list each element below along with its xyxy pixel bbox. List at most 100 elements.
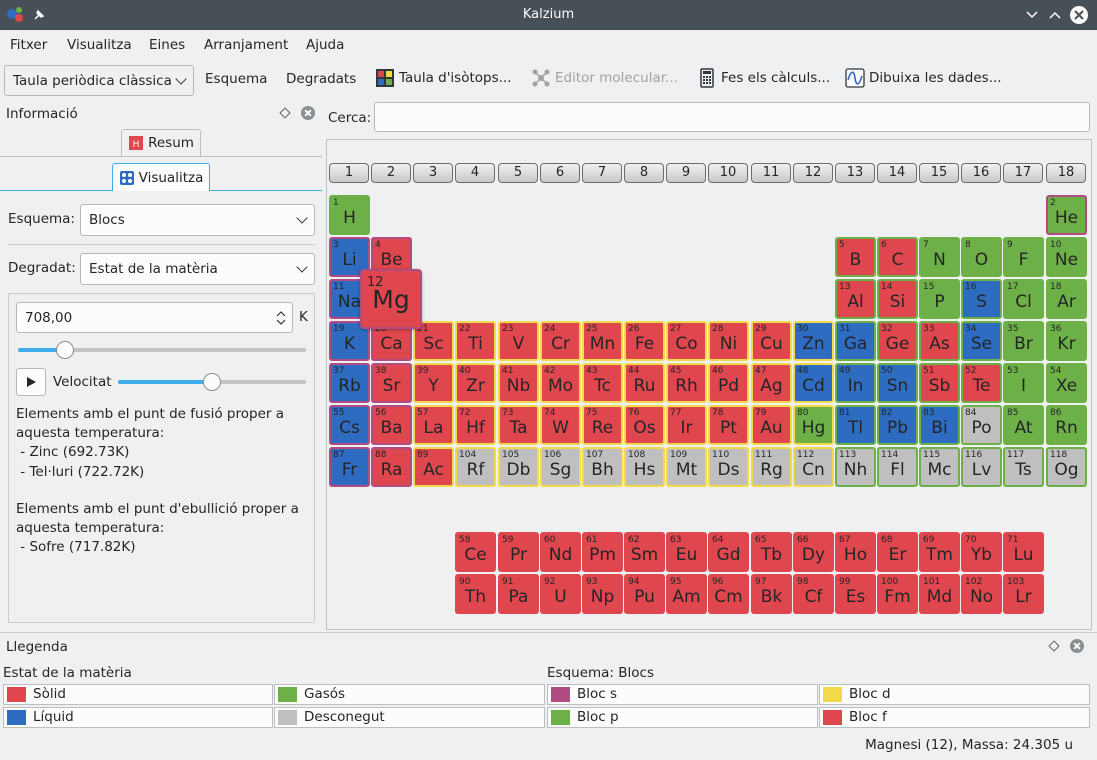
element-no[interactable]: 102 No (961, 574, 1002, 614)
element-c[interactable]: 6C (877, 237, 918, 277)
element-hg[interactable]: 80 Hg (793, 405, 834, 445)
element-rf[interactable]: 104 Rf (455, 447, 496, 487)
element-er[interactable]: 68 Er (877, 532, 918, 572)
element-si[interactable]: 14 Si (877, 279, 918, 319)
minimize-icon[interactable] (1025, 9, 1039, 21)
molecular-editor-button[interactable]: Editor molecular... (531, 68, 678, 88)
group-header-13[interactable]: 13 (835, 163, 875, 183)
element-i[interactable]: 53 I (1003, 363, 1044, 403)
menu-file[interactable]: Fitxer (10, 37, 47, 53)
element-nd[interactable]: 60 Nd (540, 532, 581, 572)
element-mc[interactable]: 115 Mc (919, 447, 960, 487)
temperature-spinbox[interactable]: 708,00 (16, 302, 293, 333)
element-ds[interactable]: 110 Ds (708, 447, 749, 487)
element-co[interactable]: 27 Co (666, 321, 707, 361)
group-header-6[interactable]: 6 (540, 163, 580, 183)
play-button[interactable] (16, 368, 46, 396)
element-la[interactable]: 57 La (413, 405, 454, 445)
element-ti[interactable]: 22 Ti (455, 321, 496, 361)
element-u[interactable]: 92 U (540, 574, 581, 614)
element-bk[interactable]: 97 Bk (751, 574, 792, 614)
element-nh[interactable]: 113 Nh (835, 447, 876, 487)
element-cf[interactable]: 98 Cf (793, 574, 834, 614)
element-cd[interactable]: 48 Cd (793, 363, 834, 403)
element-sn[interactable]: 50 Sn (877, 363, 918, 403)
element-ho[interactable]: 67 Ho (835, 532, 876, 572)
element-fl[interactable]: 114 Fl (877, 447, 918, 487)
element-ni[interactable]: 28 Ni (708, 321, 749, 361)
element-pa[interactable]: 91 Pa (498, 574, 539, 614)
group-header-18[interactable]: 18 (1046, 163, 1086, 183)
element-n[interactable]: 7N (919, 237, 960, 277)
element-lv[interactable]: 116 Lv (961, 447, 1002, 487)
element-pu[interactable]: 94 Pu (624, 574, 665, 614)
element-mo[interactable]: 42 Mo (540, 363, 581, 403)
element-al[interactable]: 13 Al (835, 279, 876, 319)
speed-slider[interactable] (118, 373, 306, 391)
element-as[interactable]: 33 As (919, 321, 960, 361)
element-pb[interactable]: 82 Pb (877, 405, 918, 445)
element-db[interactable]: 105 Db (498, 447, 539, 487)
element-cu[interactable]: 29 Cu (751, 321, 792, 361)
element-th[interactable]: 90 Th (455, 574, 496, 614)
element-xe[interactable]: 54 Xe (1046, 363, 1087, 403)
element-rg[interactable]: 111 Rg (751, 447, 792, 487)
element-zn[interactable]: 30 Zn (793, 321, 834, 361)
element-ra[interactable]: 88 Ra (371, 447, 412, 487)
element-po[interactable]: 84 Po (961, 405, 1002, 445)
gradients-button[interactable]: Degradats (286, 71, 356, 87)
highlighted-element[interactable]: 12 Mg (360, 269, 422, 329)
element-rh[interactable]: 45 Rh (666, 363, 707, 403)
element-ga[interactable]: 31 Ga (835, 321, 876, 361)
element-sb[interactable]: 51 Sb (919, 363, 960, 403)
group-header-8[interactable]: 8 (624, 163, 664, 183)
element-cs[interactable]: 55 Cs (329, 405, 370, 445)
group-header-9[interactable]: 9 (666, 163, 706, 183)
element-cn[interactable]: 112 Cn (793, 447, 834, 487)
group-header-11[interactable]: 11 (751, 163, 791, 183)
menu-settings[interactable]: Arranjament (204, 37, 288, 53)
element-hs[interactable]: 108 Hs (624, 447, 665, 487)
element-gd[interactable]: 64 Gd (708, 532, 749, 572)
table-type-select[interactable]: Taula periòdica clàssica (4, 65, 194, 96)
element-bi[interactable]: 83 Bi (919, 405, 960, 445)
element-sg[interactable]: 106 Sg (540, 447, 581, 487)
element-pd[interactable]: 46 Pd (708, 363, 749, 403)
element-sm[interactable]: 62 Sm (624, 532, 665, 572)
element-os[interactable]: 76 Os (624, 405, 665, 445)
group-header-2[interactable]: 2 (371, 163, 411, 183)
element-lr[interactable]: 103 Lr (1003, 574, 1044, 614)
element-eu[interactable]: 63 Eu (666, 532, 707, 572)
element-es[interactable]: 99 Es (835, 574, 876, 614)
element-cm[interactable]: 96 Cm (708, 574, 749, 614)
element-p[interactable]: 15 P (919, 279, 960, 319)
element-cl[interactable]: 17 Cl (1003, 279, 1044, 319)
group-header-7[interactable]: 7 (582, 163, 622, 183)
element-yb[interactable]: 70 Yb (961, 532, 1002, 572)
group-header-5[interactable]: 5 (498, 163, 538, 183)
element-f[interactable]: 9F (1003, 237, 1044, 277)
slider-handle[interactable] (56, 341, 74, 359)
element-am[interactable]: 95 Am (666, 574, 707, 614)
temperature-slider[interactable] (18, 341, 306, 359)
element-np[interactable]: 93 Np (582, 574, 623, 614)
element-fm[interactable]: 100 Fm (877, 574, 918, 614)
element-zr[interactable]: 40 Zr (455, 363, 496, 403)
element-bh[interactable]: 107 Bh (582, 447, 623, 487)
scheme-select[interactable]: Blocs (80, 204, 315, 236)
element-ba[interactable]: 56 Ba (371, 405, 412, 445)
group-header-15[interactable]: 15 (919, 163, 959, 183)
element-tl[interactable]: 81 Tl (835, 405, 876, 445)
element-dy[interactable]: 66 Dy (793, 532, 834, 572)
group-header-16[interactable]: 16 (961, 163, 1001, 183)
element-v[interactable]: 23 V (498, 321, 539, 361)
element-w[interactable]: 74 W (540, 405, 581, 445)
element-pr[interactable]: 59 Pr (498, 532, 539, 572)
group-header-12[interactable]: 12 (793, 163, 833, 183)
element-ar[interactable]: 18 Ar (1046, 279, 1087, 319)
element-h[interactable]: 1H (329, 195, 370, 235)
element-tc[interactable]: 43 Tc (582, 363, 623, 403)
isotope-table-button[interactable]: Taula d'isòtops... (375, 68, 512, 88)
group-header-1[interactable]: 1 (329, 163, 369, 183)
menu-help[interactable]: Ajuda (306, 37, 344, 53)
